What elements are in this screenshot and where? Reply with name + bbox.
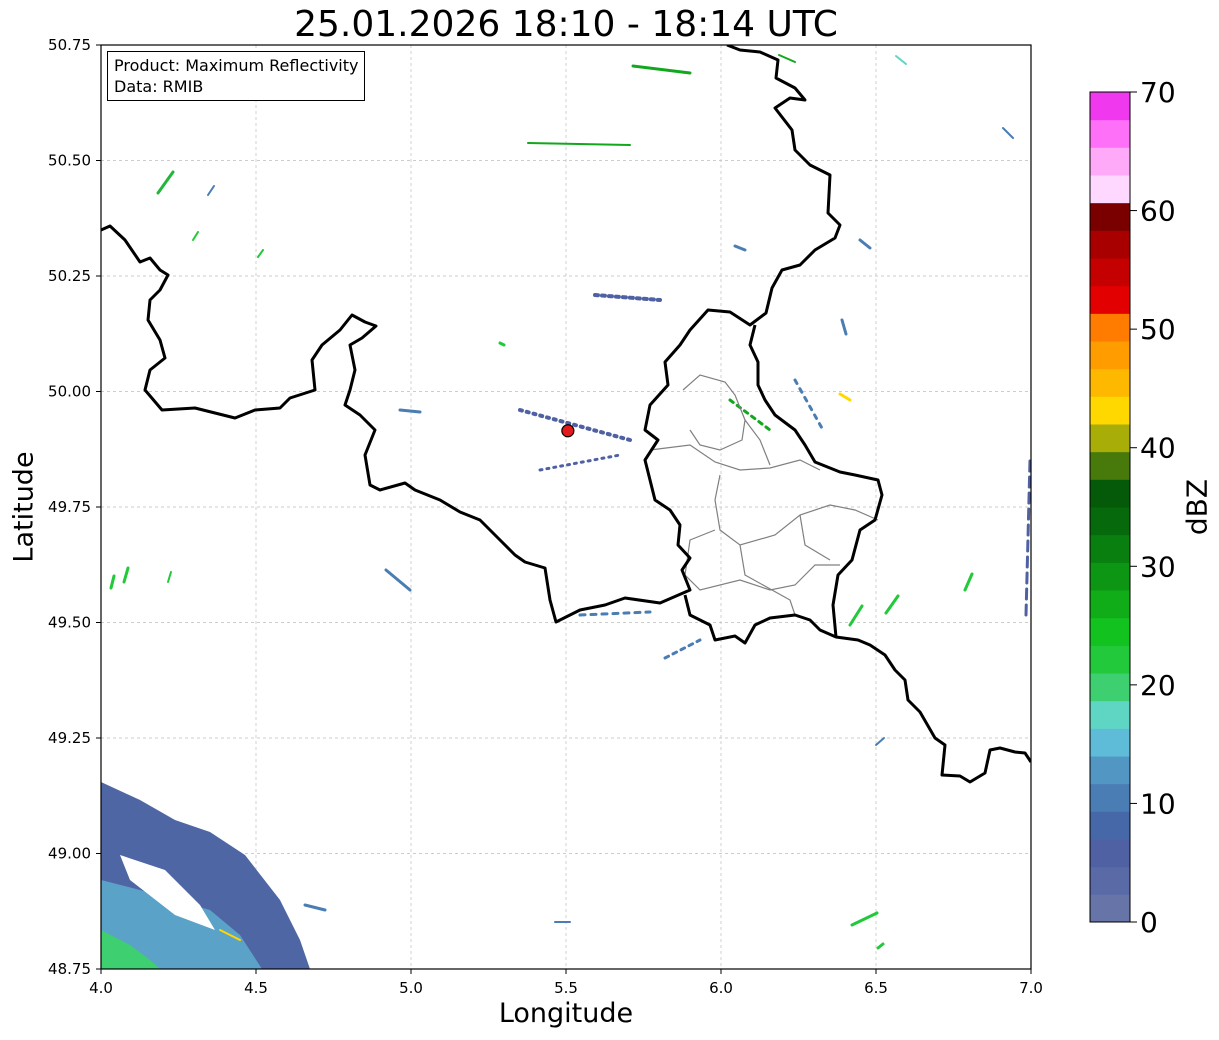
colorbar-bin xyxy=(1090,396,1130,425)
colorbar-bin xyxy=(1090,673,1130,702)
colorbar-bin xyxy=(1090,451,1130,480)
colorbar-bin xyxy=(1090,756,1130,785)
colorbar-bin xyxy=(1090,341,1130,370)
colorbar-bin xyxy=(1090,175,1130,204)
colorbar-bin xyxy=(1090,147,1130,176)
colorbar-bin xyxy=(1090,617,1130,646)
colorbar-ticks: 0 10 20 30 40 50 60 70 xyxy=(1130,76,1176,939)
colorbar-bin xyxy=(1090,894,1130,923)
colorbar-bin xyxy=(1090,728,1130,757)
colorbar-tick-label: 40 xyxy=(1140,432,1176,465)
colorbar-tick-label: 30 xyxy=(1140,550,1176,583)
colorbar-tick-label: 70 xyxy=(1140,76,1176,109)
colorbar-bin xyxy=(1090,866,1130,895)
colorbar-bin xyxy=(1090,507,1130,536)
colorbar-bin xyxy=(1090,258,1130,287)
colorbar-bins xyxy=(1090,92,1130,923)
colorbar-bin xyxy=(1090,783,1130,812)
product-info-box: Product: Maximum Reflectivity Data: RMIB xyxy=(107,51,366,101)
colorbar-bin xyxy=(1090,285,1130,314)
colorbar-bin xyxy=(1090,424,1130,453)
colorbar-bin xyxy=(1090,645,1130,674)
colorbar-bin xyxy=(1090,368,1130,397)
colorbar-tick-label: 0 xyxy=(1140,906,1158,939)
colorbar-bin xyxy=(1090,230,1130,259)
data-source-line: Data: RMIB xyxy=(114,77,204,96)
colorbar-label: dBZ xyxy=(1180,478,1214,536)
colorbar-bin xyxy=(1090,92,1130,121)
colorbar-tick-label: 50 xyxy=(1140,313,1176,346)
colorbar-bin xyxy=(1090,590,1130,619)
colorbar-bin xyxy=(1090,700,1130,729)
colorbar-bin xyxy=(1090,562,1130,591)
x-axis-label: Longitude xyxy=(498,998,634,1029)
product-line: Product: Maximum Reflectivity xyxy=(114,56,359,75)
y-axis-label: Latitude xyxy=(8,451,40,563)
colorbar-tick-label: 10 xyxy=(1140,787,1176,820)
colorbar-bin xyxy=(1090,534,1130,563)
colorbar-tick-label: 20 xyxy=(1140,669,1176,702)
colorbar-bin xyxy=(1090,479,1130,508)
colorbar-bin xyxy=(1090,202,1130,231)
colorbar-tick-label: 60 xyxy=(1140,195,1176,228)
colorbar-bin xyxy=(1090,119,1130,148)
radar-map-figure: 25.01.2026 18:10 - 18:14 UTC 4.0 4.5 5.0… xyxy=(0,0,1219,1040)
colorbar-bin xyxy=(1090,811,1130,840)
colorbar-bin xyxy=(1090,839,1130,868)
colorbar: 0 10 20 30 40 50 60 70 xyxy=(1089,76,1176,939)
colorbar-bin xyxy=(1090,313,1130,342)
